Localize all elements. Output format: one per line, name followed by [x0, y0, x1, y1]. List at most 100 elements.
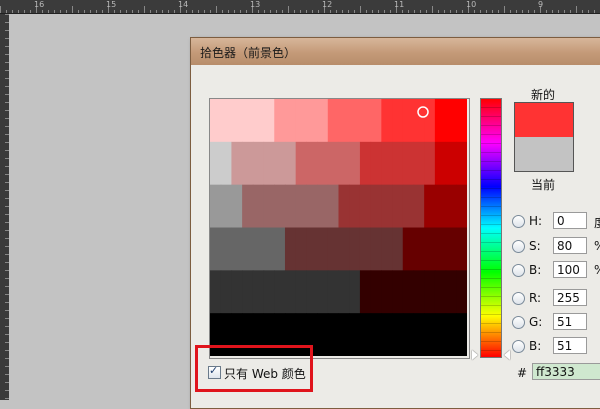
ruler-tick — [558, 10, 559, 13]
saturation-radio[interactable] — [512, 240, 525, 253]
ruler-tick — [330, 10, 331, 13]
color-field-cell — [413, 99, 425, 143]
green-input[interactable]: 51 — [553, 313, 587, 330]
ruler-tick — [5, 22, 9, 23]
brightness-radio[interactable] — [512, 264, 525, 277]
color-field-cell — [231, 141, 243, 186]
color-field-cell — [306, 270, 318, 314]
ruler-label: 15 — [106, 0, 117, 9]
ruler-tick — [30, 10, 31, 13]
ruler-tick — [204, 10, 205, 13]
hue-input[interactable]: 0 — [553, 212, 587, 229]
color-field-cell — [327, 270, 340, 314]
ruler-tick — [126, 10, 127, 13]
ruler-tick — [348, 10, 349, 13]
ruler-tick — [60, 10, 61, 13]
color-field-cell — [424, 270, 436, 314]
color-field-cell — [392, 99, 404, 143]
ruler-tick — [564, 10, 565, 13]
color-field-cell — [434, 270, 447, 314]
color-field-cell — [370, 270, 382, 314]
hex-input[interactable]: ff3333 — [532, 363, 600, 380]
ruler-tick — [390, 10, 391, 13]
ruler-tick — [5, 190, 9, 191]
brightness-input[interactable]: 100 — [553, 261, 587, 278]
green-radio[interactable] — [512, 316, 525, 329]
ruler-tick — [5, 294, 9, 295]
current-color-swatch[interactable] — [515, 137, 573, 171]
ruler-tick — [5, 310, 9, 311]
ruler-tick — [5, 198, 9, 199]
color-field-cell — [349, 141, 361, 186]
ruler-tick — [5, 142, 9, 143]
ruler-tick — [66, 10, 67, 13]
color-field-cell — [359, 184, 372, 229]
ruler-tick — [474, 10, 475, 13]
color-field-cell — [263, 227, 275, 271]
color-field-cell — [413, 313, 425, 356]
color-field-cell — [220, 99, 233, 143]
color-field-cell — [338, 227, 350, 271]
color-field-cell — [210, 270, 222, 314]
ruler-tick — [5, 270, 9, 271]
ruler-tick — [342, 10, 343, 13]
ruler-tick — [5, 30, 9, 31]
new-color-swatch — [515, 103, 573, 137]
color-field[interactable] — [210, 99, 467, 356]
color-field-cell — [327, 184, 340, 229]
color-field-cell — [242, 141, 254, 186]
color-field-cell — [413, 227, 425, 271]
color-field-cell — [392, 184, 404, 229]
red-input[interactable]: 255 — [553, 289, 587, 306]
blue-label: B: — [529, 339, 542, 353]
color-field-cell — [338, 270, 350, 314]
ruler-tick — [5, 318, 9, 319]
color-field-cell — [306, 184, 318, 229]
ruler-tick — [282, 10, 283, 13]
ruler-tick — [162, 10, 163, 13]
color-field-cell — [274, 141, 286, 186]
color-field-cell — [424, 227, 436, 271]
color-field-cell — [317, 313, 329, 356]
color-field-cell — [252, 227, 265, 271]
ruler-tick — [378, 10, 379, 13]
red-radio[interactable] — [512, 292, 525, 305]
color-field-cell — [220, 227, 233, 271]
ruler-tick — [5, 206, 9, 207]
color-field-cell — [306, 227, 318, 271]
dialog-titlebar[interactable]: 拾色器（前景色） — [191, 38, 600, 65]
color-field-cell — [381, 141, 393, 186]
color-field-cell — [445, 141, 457, 186]
saturation-label: S: — [529, 239, 541, 253]
ruler-tick — [18, 10, 19, 13]
ruler-tick — [5, 94, 9, 95]
ruler-tick — [5, 14, 9, 15]
color-field-cell — [392, 227, 404, 271]
saturation-input[interactable]: 80 — [553, 237, 587, 254]
blue-radio[interactable] — [512, 340, 525, 353]
ruler-tick — [114, 10, 115, 13]
hue-label: H: — [529, 214, 543, 228]
color-field-cell — [434, 99, 447, 143]
ruler-tick — [354, 10, 355, 13]
color-field-cell — [252, 270, 265, 314]
hue-radio[interactable] — [512, 215, 525, 228]
hue-slider-left-arrow-icon[interactable] — [472, 350, 478, 360]
ruler-tick — [408, 10, 409, 13]
ruler-tick — [5, 262, 9, 263]
ruler-tick — [462, 10, 463, 13]
ruler-tick — [270, 10, 271, 13]
color-field-cell — [338, 141, 350, 186]
color-field-cell — [456, 184, 467, 229]
ruler-tick — [360, 6, 361, 13]
blue-input[interactable]: 51 — [553, 337, 587, 354]
ruler-tick — [300, 10, 301, 13]
ruler-tick — [150, 10, 151, 13]
ruler-tick — [96, 10, 97, 13]
hue-slider-right-arrow-icon[interactable] — [504, 350, 510, 360]
color-field-cell — [445, 99, 457, 143]
color-field-cell — [424, 184, 436, 229]
ruler-tick — [5, 366, 9, 367]
hue-slider[interactable] — [480, 98, 502, 358]
ruler-tick — [5, 134, 9, 135]
